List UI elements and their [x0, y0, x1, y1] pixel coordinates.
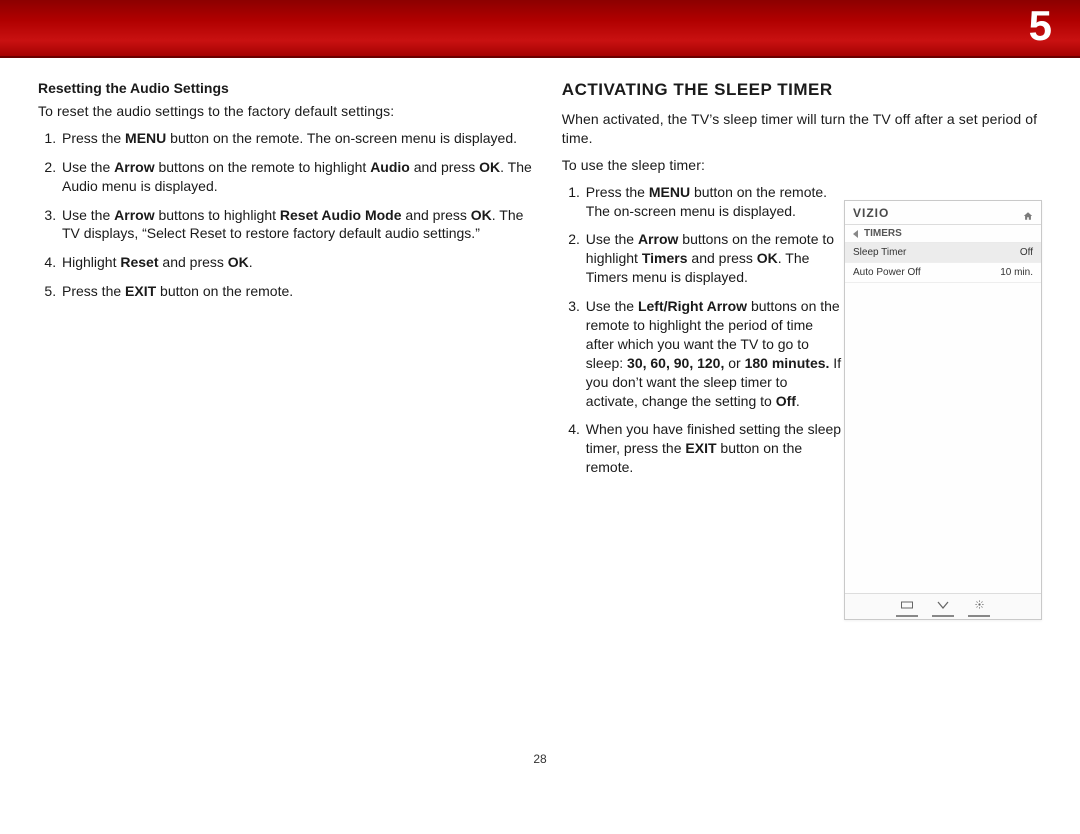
- inset-row-value: Off: [1020, 247, 1033, 258]
- inset-row-sleep-timer: Sleep Timer Off: [845, 243, 1041, 263]
- column-right: ACTIVATING THE SLEEP TIMER When activate…: [562, 80, 1042, 487]
- page-number: 28: [0, 752, 1080, 766]
- vizio-logo-text: VIZIO: [853, 206, 889, 220]
- left-step-4: Highlight Reset and press OK.: [60, 253, 538, 272]
- chapter-header-band: 5: [0, 0, 1080, 58]
- back-arrow-icon: [853, 230, 858, 238]
- inset-row-label: Auto Power Off: [853, 267, 921, 278]
- left-intro: To reset the audio settings to the facto…: [38, 102, 538, 121]
- timers-menu-inset: VIZIO TIMERS Sleep Timer Off Auto Power …: [844, 200, 1042, 620]
- right-step-list: Press the MENU button on the remote. The…: [584, 183, 842, 477]
- wide-icon: [901, 596, 913, 614]
- footer-slot-wide-icon: [896, 596, 918, 617]
- left-subheading: Resetting the Audio Settings: [38, 80, 538, 96]
- right-intro-1: When activated, the TV’s sleep timer wil…: [562, 110, 1042, 148]
- inset-crumb-label: TIMERS: [864, 228, 902, 239]
- left-step-1: Press the MENU button on the remote. The…: [60, 129, 538, 148]
- inset-row-auto-power-off: Auto Power Off 10 min.: [845, 263, 1041, 283]
- left-step-3: Use the Arrow buttons to highlight Reset…: [60, 206, 538, 244]
- inset-row-value: 10 min.: [1000, 267, 1033, 278]
- inset-body-empty: [845, 283, 1041, 593]
- left-step-5: Press the EXIT button on the remote.: [60, 282, 538, 301]
- inset-row-label: Sleep Timer: [853, 247, 906, 258]
- inset-footer-bar: [845, 593, 1041, 619]
- gear-icon: [975, 596, 984, 614]
- chapter-number: 5: [1029, 2, 1052, 50]
- right-intro-2: To use the sleep timer:: [562, 156, 1042, 175]
- home-icon: [1023, 208, 1033, 218]
- left-step-list: Press the MENU button on the remote. The…: [60, 129, 538, 301]
- footer-slot-gear-icon: [968, 596, 990, 617]
- v-icon: [937, 596, 949, 614]
- inset-breadcrumb: TIMERS: [845, 225, 1041, 243]
- right-section-title: ACTIVATING THE SLEEP TIMER: [562, 80, 1042, 100]
- right-step-2: Use the Arrow buttons on the remote to h…: [584, 230, 842, 287]
- footer-slot-v-icon: [932, 596, 954, 617]
- right-step-3: Use the Left/Right Arrow buttons on the …: [584, 297, 842, 410]
- right-step-1: Press the MENU button on the remote. The…: [584, 183, 842, 221]
- inset-header: VIZIO: [845, 201, 1041, 225]
- right-step-4: When you have finished setting the sleep…: [584, 420, 842, 477]
- left-step-2: Use the Arrow buttons on the remote to h…: [60, 158, 538, 196]
- column-left: Resetting the Audio Settings To reset th…: [38, 80, 538, 487]
